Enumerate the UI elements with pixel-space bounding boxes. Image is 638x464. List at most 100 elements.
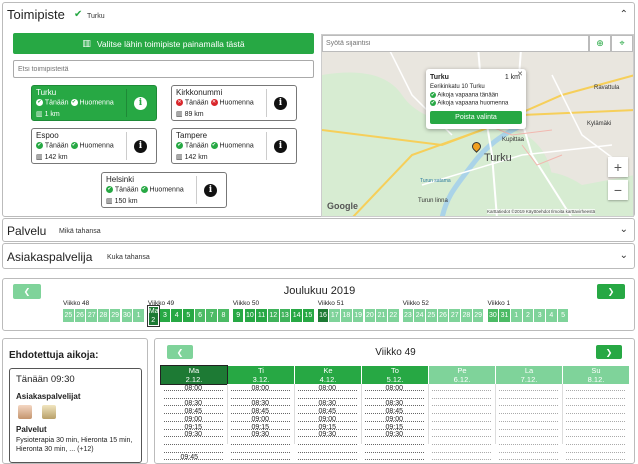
slot-separator [566, 405, 625, 407]
time-slot[interactable]: 09:30 [185, 431, 203, 438]
calendar-day[interactable]: 21 [376, 309, 387, 322]
time-slot[interactable]: 08:30 [386, 400, 404, 407]
calendar-day[interactable]: Ma 2 [146, 305, 160, 327]
calendar-day[interactable]: 25 [63, 309, 74, 322]
info-button[interactable]: i [196, 176, 224, 204]
time-slot[interactable]: 09:15 [319, 424, 337, 431]
calendar-day[interactable]: 12 [267, 309, 279, 322]
calendar-day[interactable]: 17 [329, 309, 341, 322]
asiakaspalvelija-panel[interactable]: Asiakaspalvelija Kuka tahansa ⌄ [2, 243, 635, 269]
location-card-tampere[interactable]: Tampere ✔ Tänään ✔ Huomenna ▥ 142 km i [171, 128, 297, 164]
calendar-day[interactable]: 4 [171, 309, 182, 322]
calendar-day[interactable]: 28 [461, 309, 472, 322]
remove-selection-button[interactable]: Poista valinta [430, 111, 522, 124]
time-slot[interactable]: 08:45 [386, 408, 404, 415]
calendar-day[interactable]: 23 [402, 309, 414, 322]
calendar-day[interactable]: 27 [86, 309, 98, 322]
location-search-input[interactable] [13, 60, 314, 78]
time-slot[interactable]: 09:15 [252, 424, 270, 431]
calendar-day[interactable]: 25 [426, 309, 437, 322]
calendar-day[interactable]: 19 [352, 309, 364, 322]
calendar-day[interactable]: 13 [279, 309, 291, 322]
time-slot[interactable]: 09:00 [386, 416, 404, 423]
location-card-kirkkonummi[interactable]: Kirkkonummi ✕ Tänään ✕ Huomenna ▥ 89 km … [171, 85, 297, 121]
calendar-day[interactable]: 30 [121, 309, 133, 322]
time-slot[interactable]: 09:00 [252, 416, 270, 423]
calendar-day[interactable]: 29 [472, 309, 484, 322]
suggestion-card[interactable]: Tänään 09:30 Asiakaspalvelijat Palvelut … [9, 368, 142, 463]
map-search-button[interactable]: ⊕ [589, 35, 611, 52]
info-button[interactable]: i [266, 132, 294, 160]
slot-separator [365, 443, 424, 445]
calendar-day[interactable]: 28 [98, 309, 109, 322]
calendar-day[interactable]: 9 [232, 309, 244, 322]
time-slot[interactable]: 08:00 [252, 385, 270, 392]
calendar-day[interactable]: 3 [159, 309, 171, 322]
select-nearest-button[interactable]: ▥ Valitse lähin toimipiste painamalla tä… [13, 33, 314, 54]
calendar-day[interactable]: 29 [109, 309, 121, 322]
next-month-button[interactable]: ❯ [597, 284, 625, 299]
time-slot[interactable]: 08:45 [252, 408, 270, 415]
chevron-down-icon[interactable]: ⌄ [620, 250, 628, 261]
location-card-helsinki[interactable]: Helsinki ✔ Tänään ✔ Huomenna ▥ 150 km i [101, 172, 227, 208]
time-slot[interactable]: 09:30 [319, 431, 337, 438]
calendar-day[interactable]: 2 [522, 309, 534, 322]
map-view[interactable]: ⊕ ⌖ ✕ Turku 1 km Eerikinkatu 10 Turku ✔ … [321, 34, 634, 217]
calendar-day[interactable]: 1 [133, 309, 144, 322]
calendar-day[interactable]: 16 [317, 309, 329, 322]
calendar-day[interactable]: 11 [256, 309, 267, 322]
time-slot[interactable]: 08:00 [185, 385, 203, 392]
palvelu-panel[interactable]: Palvelu Mikä tahansa ⌄ [2, 218, 635, 242]
info-button[interactable]: i [126, 132, 154, 160]
calendar-day[interactable]: 14 [291, 309, 302, 322]
time-slot[interactable]: 09:30 [386, 431, 404, 438]
zoom-in-button[interactable]: + [608, 157, 628, 177]
time-slot[interactable]: 09:00 [185, 416, 203, 423]
calendar-day[interactable]: 31 [499, 309, 510, 322]
time-slot[interactable]: 08:45 [319, 408, 337, 415]
calendar-day[interactable]: 27 [449, 309, 461, 322]
calendar-day[interactable]: 4 [546, 309, 557, 322]
chevron-up-icon[interactable]: ⌃ [620, 9, 628, 20]
calendar-day[interactable]: 1 [510, 309, 522, 322]
time-slot[interactable]: 08:00 [319, 385, 337, 392]
info-button[interactable]: i [266, 89, 294, 117]
slot-separator [499, 420, 558, 422]
calendar-day[interactable]: 10 [244, 309, 256, 322]
chevron-down-icon[interactable]: ⌄ [620, 224, 628, 235]
calendar-day[interactable]: 18 [341, 309, 352, 322]
calendar-day[interactable]: 20 [364, 309, 376, 322]
time-slot[interactable]: 09:15 [386, 424, 404, 431]
calendar-day[interactable]: 22 [387, 309, 399, 322]
map-locate-button[interactable]: ⌖ [611, 35, 633, 52]
calendar-day[interactable]: 3 [534, 309, 545, 322]
map-icon: ▥ [176, 111, 183, 118]
calendar-day[interactable]: 7 [206, 309, 218, 322]
calendar-day[interactable]: 8 [218, 309, 229, 322]
time-slot[interactable]: 09:00 [319, 416, 337, 423]
time-slot[interactable]: 09:45 [181, 454, 199, 461]
calendar-day[interactable]: 24 [414, 309, 425, 322]
location-card-espoo[interactable]: Espoo ✔ Tänään ✔ Huomenna ▥ 142 km i [31, 128, 157, 164]
zoom-out-button[interactable]: − [608, 180, 628, 200]
time-slot[interactable]: 09:15 [185, 424, 203, 431]
column-divider [428, 384, 429, 444]
calendar-day[interactable]: 6 [194, 309, 206, 322]
time-slot[interactable]: 08:30 [252, 400, 270, 407]
time-slot[interactable]: 08:00 [386, 385, 404, 392]
time-slot[interactable]: 09:30 [252, 431, 270, 438]
map-location-input[interactable] [322, 35, 589, 52]
location-card-turku[interactable]: Turku ✔ Tänään ✔ Huomenna ▥ 1 km i [31, 85, 157, 121]
calendar-day[interactable]: 15 [303, 309, 314, 322]
slot-separator [164, 451, 223, 453]
calendar-day[interactable]: 26 [437, 309, 449, 322]
next-week-button[interactable]: ❯ [596, 345, 622, 359]
calendar-day[interactable]: 5 [557, 309, 569, 322]
info-button[interactable]: i [126, 89, 154, 117]
time-slot[interactable]: 08:30 [319, 400, 337, 407]
calendar-day[interactable]: 5 [183, 309, 194, 322]
calendar-day[interactable]: 30 [487, 309, 499, 322]
calendar-day[interactable]: 26 [74, 309, 86, 322]
time-slot[interactable]: 08:45 [185, 408, 203, 415]
time-slot[interactable]: 08:30 [185, 400, 203, 407]
